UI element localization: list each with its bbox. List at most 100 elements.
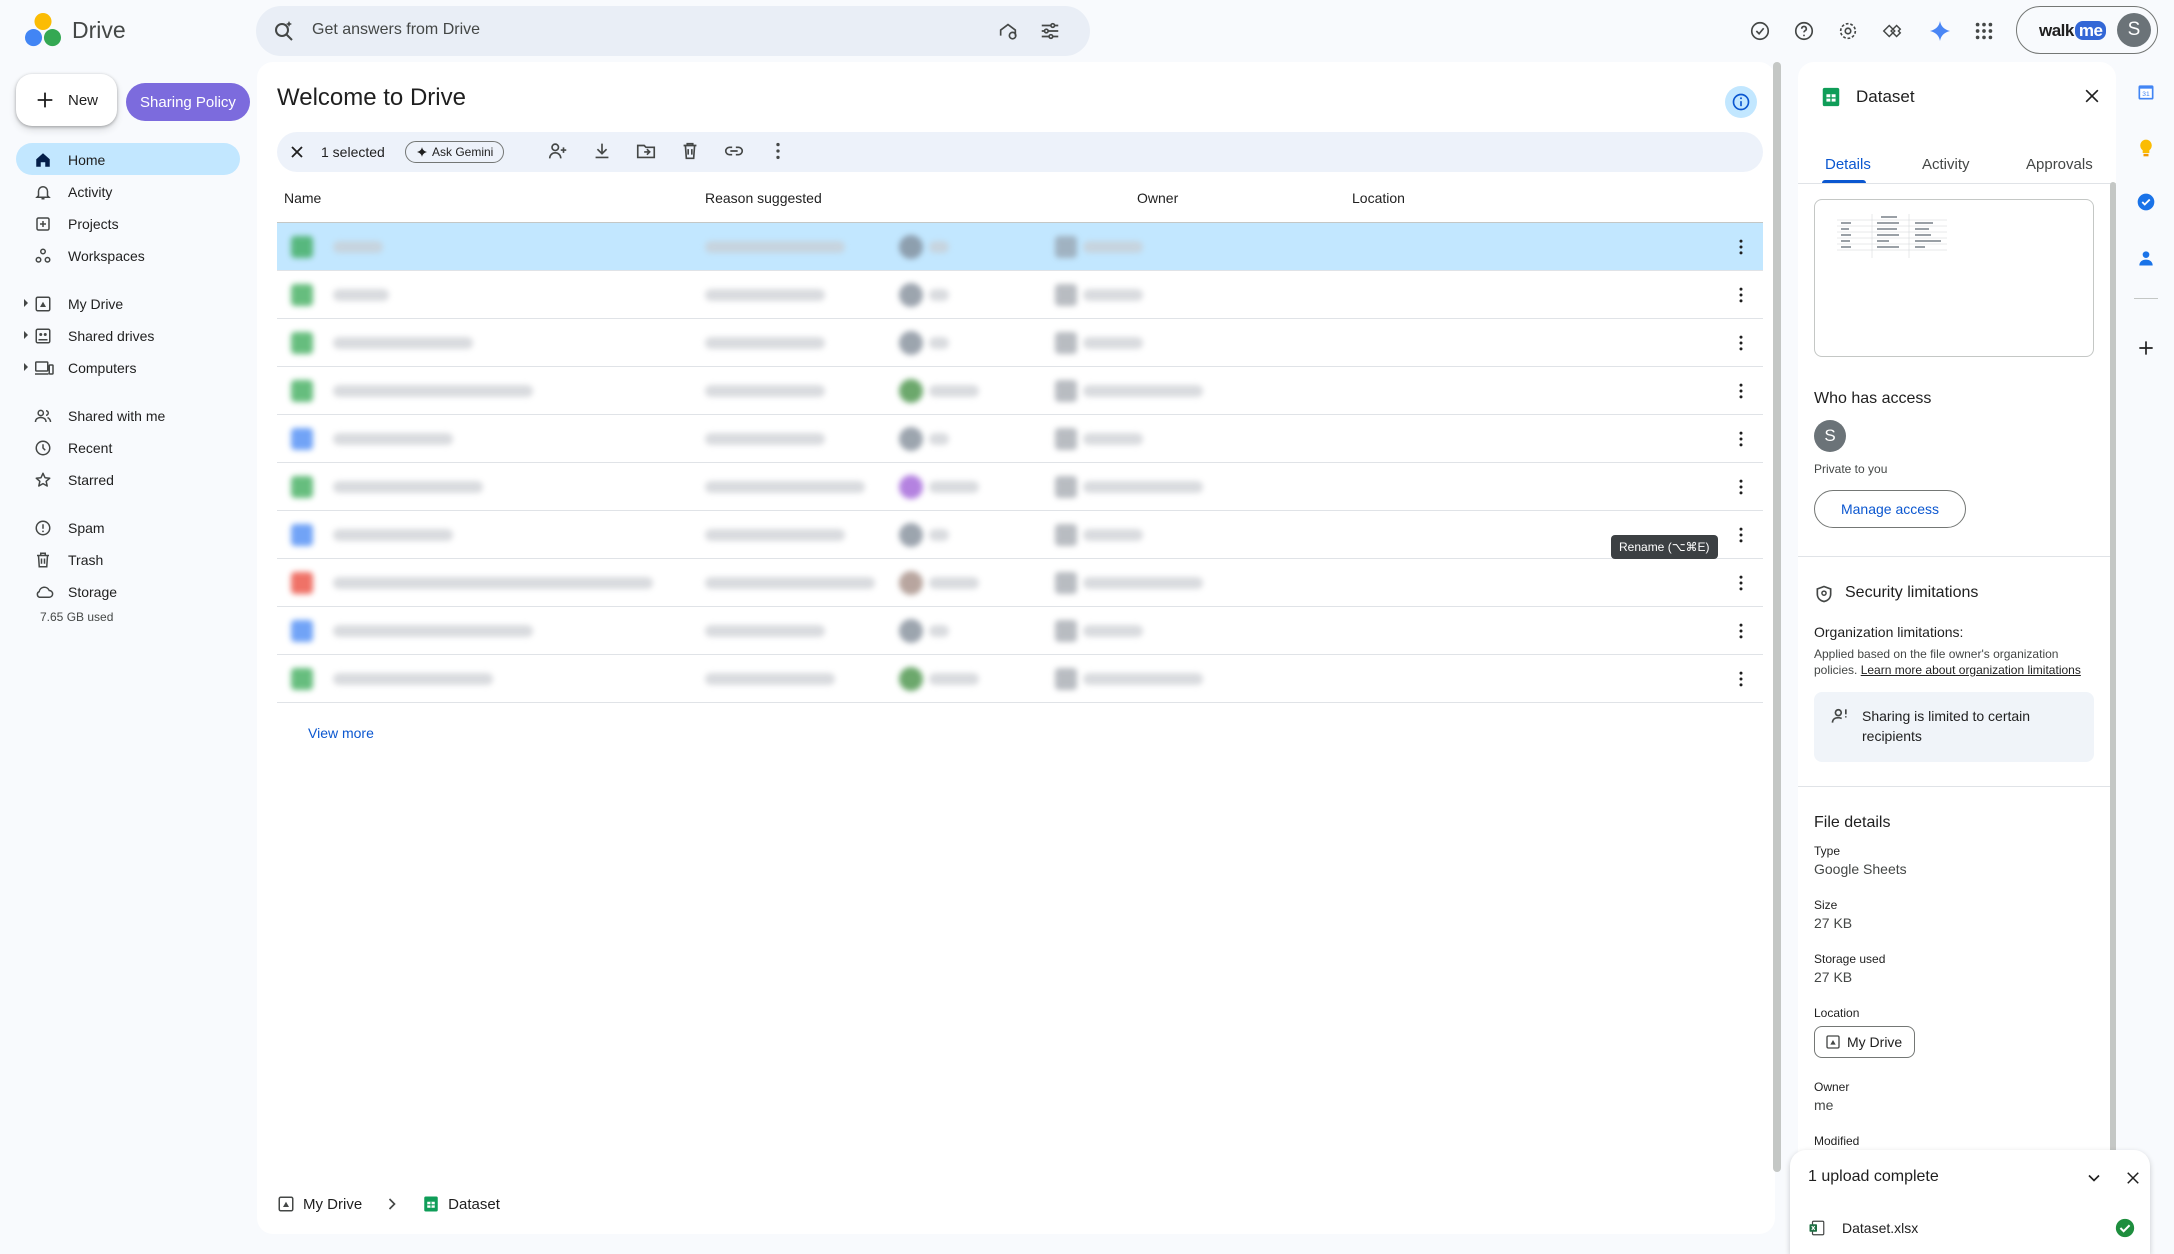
sidebar-item-spam[interactable]: Spam [16,511,240,543]
column-header-owner[interactable]: Owner [1137,190,1178,206]
avatar[interactable]: S [2117,13,2151,47]
tasks-icon[interactable] [2134,190,2158,214]
search-bar[interactable]: Get answers from Drive [256,6,1090,56]
tab-approvals[interactable]: Approvals [2026,156,2093,173]
tab-details[interactable]: Details [1825,156,1871,173]
sidebar-item-storage[interactable]: Storage [16,575,240,607]
shared-drives-icon [35,328,51,344]
row-more-icon[interactable] [1731,429,1751,449]
tab-activity[interactable]: Activity [1922,156,1970,173]
sidebar-item-my-drive[interactable]: My Drive [16,287,240,319]
row-more-icon[interactable] [1731,381,1751,401]
details-scrollbar[interactable] [2110,182,2116,1182]
blurred-name [333,385,533,397]
uploaded-file-name[interactable]: Dataset.xlsx [1842,1220,1918,1236]
view-more-link[interactable]: View more [308,725,374,741]
search-filter-icon[interactable] [1034,15,1066,47]
account-switcher[interactable]: walk me S [2016,6,2158,54]
storage-used-label: Storage used [1814,952,1886,966]
settings-gear-icon[interactable] [1832,15,1864,47]
main-scrollbar[interactable] [1773,62,1781,1172]
table-row[interactable] [277,463,1763,511]
clear-selection-icon[interactable] [289,144,305,160]
file-preview-thumbnail[interactable] [1814,199,2094,357]
sidebar-item-workspaces[interactable]: Workspaces [16,239,240,271]
blurred-reason [705,433,825,445]
table-row[interactable] [277,271,1763,319]
row-more-icon[interactable] [1731,333,1751,353]
gemini-sparkle-icon[interactable] [1924,15,1956,47]
more-actions-icon[interactable] [767,140,789,162]
close-icon[interactable] [2082,86,2102,106]
link-icon[interactable] [723,140,745,162]
divider [1798,786,2116,787]
calendar-icon[interactable]: 31 [2134,80,2158,104]
manage-access-button[interactable]: Manage access [1814,490,1966,528]
sharing-policy-button[interactable]: Sharing Policy [126,83,250,121]
sidebar-item-activity[interactable]: Activity [16,175,240,207]
table-row[interactable] [277,511,1763,559]
info-button[interactable] [1725,86,1757,118]
row-more-icon[interactable] [1731,477,1751,497]
table-row[interactable] [277,559,1763,607]
contacts-icon[interactable] [2134,246,2158,270]
apps-grid-icon[interactable] [1968,15,2000,47]
table-row[interactable] [277,607,1763,655]
sidebar-item-computers[interactable]: Computers [16,351,240,383]
blurred-reason [705,577,875,589]
search-input[interactable]: Get answers from Drive [312,21,480,39]
ask-gemini-button[interactable]: Ask Gemini [405,141,505,163]
location-chip[interactable]: My Drive [1814,1026,1916,1058]
owner-avatar [899,283,923,307]
row-more-icon[interactable] [1731,285,1751,305]
chevron-down-icon[interactable] [2084,1168,2104,1188]
table-row[interactable] [277,415,1763,463]
breadcrumb-my-drive[interactable]: My Drive [303,1196,362,1213]
table-row[interactable] [277,223,1763,271]
sidebar-item-trash[interactable]: Trash [16,543,240,575]
close-icon[interactable] [2124,1169,2142,1187]
column-header-reason[interactable]: Reason suggested [705,190,822,206]
column-header-location[interactable]: Location [1352,190,1405,206]
help-icon[interactable] [1788,15,1820,47]
divider [1798,556,2116,557]
sidebar-item-recent[interactable]: Recent [16,431,240,463]
table-row[interactable] [277,655,1763,703]
blurred-owner [929,481,979,493]
keep-icon[interactable] [2134,136,2158,160]
sidebar-item-shared-drives[interactable]: Shared drives [16,319,240,351]
sidebar-item-shared-with-me[interactable]: Shared with me [16,399,240,431]
avatar[interactable]: S [1814,420,1846,452]
blurred-owner [929,577,979,589]
row-more-icon[interactable] [1731,237,1751,257]
move-icon[interactable] [635,140,657,162]
caret-right-icon[interactable] [22,330,30,340]
share-icon[interactable] [547,140,569,162]
clock-icon [35,440,51,456]
modified-label: Modified [1814,1134,1860,1148]
caret-right-icon[interactable] [22,362,30,372]
learn-more-link[interactable]: Learn more about organization limitation… [1861,663,2081,677]
table-row[interactable] [277,367,1763,415]
gemini-tools-icon[interactable] [1876,15,1908,47]
breadcrumb-file[interactable]: Dataset [448,1196,500,1213]
drive-logo[interactable]: Drive [24,12,126,48]
row-more-icon[interactable] [1731,525,1751,545]
add-addon-icon[interactable] [2134,336,2158,360]
new-button[interactable]: New [16,74,117,126]
sidebar-item-projects[interactable]: Projects [16,207,240,239]
offline-ready-icon[interactable] [1744,15,1776,47]
spam-icon [35,520,51,536]
sidebar-item-starred[interactable]: Starred [16,463,240,495]
caret-right-icon[interactable] [22,298,30,308]
owner-avatar [899,475,923,499]
row-more-icon[interactable] [1731,669,1751,689]
sidebar-item-home[interactable]: Home [16,143,240,175]
trash-icon[interactable] [679,140,701,162]
row-more-icon[interactable] [1731,621,1751,641]
search-settings-icon[interactable] [992,15,1024,47]
row-more-icon[interactable] [1731,573,1751,593]
column-header-name[interactable]: Name [284,190,321,206]
download-icon[interactable] [591,140,613,162]
table-row[interactable] [277,319,1763,367]
